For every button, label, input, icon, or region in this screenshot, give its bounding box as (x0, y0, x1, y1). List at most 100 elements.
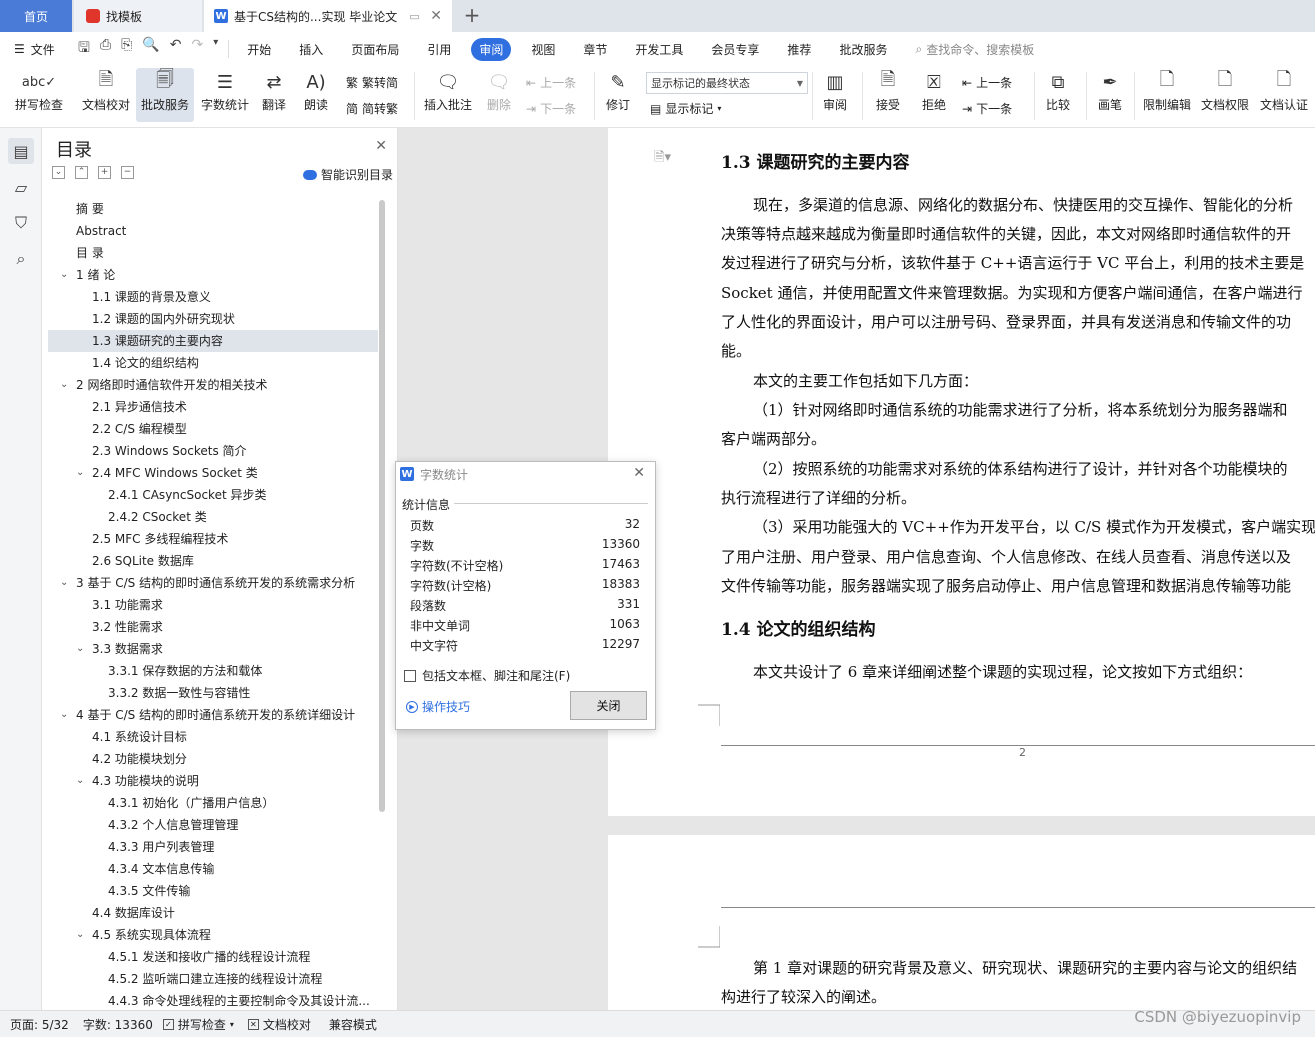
undo-icon[interactable]: ↶ (170, 37, 182, 61)
toc-item[interactable]: ⌄ 3.3 数据需求 (48, 638, 378, 660)
toc-item[interactable]: 2.6 SQLite 数据库 (48, 550, 378, 572)
redo-icon[interactable]: ↷ (192, 37, 204, 61)
spell-check-toggle[interactable]: ✓ 拼写检查 ▾ (162, 1016, 234, 1033)
toc-item[interactable]: 4.5.2 监听端口建立连接的线程设计流程 (48, 968, 378, 990)
toc-item[interactable]: 4.4.3 命令处理线程的主要控制命令及其设计流... (48, 990, 378, 1008)
insert-comment-button[interactable]: 🗨 插入批注 (420, 68, 476, 122)
new-tab-plus-icon[interactable]: + (460, 4, 484, 28)
toc-item[interactable]: ⌄ 1 绪 论 (48, 264, 378, 286)
chevron-down-icon[interactable]: ⌄ (76, 924, 84, 946)
translate-button[interactable]: ⇄ 翻译 (256, 68, 292, 122)
tab-template[interactable]: 找模板 (74, 0, 202, 32)
dialog-titlebar[interactable]: W 字数统计 (396, 462, 655, 486)
toc-item[interactable]: ⌄ 4 基于 C/S 结构的即时通信系统开发的系统详细设计 (48, 704, 378, 726)
toc-item[interactable]: 4.1 系统设计目标 (48, 726, 378, 748)
word-count-indicator[interactable]: 字数: 13360 (83, 1016, 153, 1033)
compare-button[interactable]: ⧉ 比较 (1038, 68, 1078, 122)
toc-item[interactable]: 目 录 (48, 242, 378, 264)
toc-item[interactable]: 4.3.4 文本信息传输 (48, 858, 378, 880)
toc-item[interactable]: ⌄ 2.4 MFC Windows Socket 类 (48, 462, 378, 484)
track-changes-button[interactable]: ✎ 修订 (598, 68, 638, 122)
chevron-down-icon[interactable]: ⌄ (60, 264, 68, 286)
restrict-edit-button[interactable]: 🗋 限制编辑 (1140, 68, 1194, 122)
menu-item[interactable]: 插入 (291, 38, 331, 61)
toc-item[interactable]: 4.5.1 发送和接收广播的线程设计流程 (48, 946, 378, 968)
page-options-icon[interactable]: 🗎▾ (654, 148, 671, 170)
close-icon[interactable]: ✕ (633, 465, 645, 481)
chevron-down-icon[interactable]: ⌄ (60, 374, 68, 396)
to-simplified-button[interactable]: 简 简转繁 (346, 100, 398, 117)
chevron-down-icon[interactable]: ⌄ (60, 704, 68, 726)
doc-proof-button[interactable]: 🗎 文档校对 (78, 68, 134, 122)
command-search[interactable]: ⌕ 查找命令、搜索模板 (915, 41, 1034, 58)
menu-item[interactable]: 视图 (523, 38, 563, 61)
spell-check-button[interactable]: abc✓ 拼写检查 (8, 68, 70, 122)
save-icon[interactable]: 🖫 (78, 37, 90, 61)
next-change-button[interactable]: ⇥ 下一条 (962, 100, 1012, 117)
toc-item[interactable]: 4.2 功能模块划分 (48, 748, 378, 770)
toc-item[interactable]: 1.1 课题的背景及意义 (48, 286, 378, 308)
print-preview-icon[interactable]: 🔍 (142, 37, 159, 61)
doc-proof-toggle[interactable]: ✕ 文档校对 (247, 1016, 311, 1033)
toc-item[interactable]: ⌄ 2 网络即时通信软件开发的相关技术 (48, 374, 378, 396)
toc-item[interactable]: 摘 要 (48, 198, 378, 220)
toc-item[interactable]: 2.3 Windows Sockets 简介 (48, 440, 378, 462)
toc-item[interactable]: 3.3.2 数据一致性与容错性 (48, 682, 378, 704)
toc-panel-icon[interactable]: ▤ (8, 138, 34, 164)
chevron-down-icon[interactable]: ⌄ (60, 572, 68, 594)
review-service-button[interactable]: 🗐 批改服务 (136, 68, 194, 122)
expand-all-icon[interactable]: ⌃ (75, 166, 88, 179)
navigation-icon[interactable]: ▱ (8, 174, 34, 200)
toc-item[interactable]: 2.4.2 CSocket 类 (48, 506, 378, 528)
to-traditional-button[interactable]: 繁 繁转简 (346, 74, 398, 91)
close-button[interactable]: 关闭 (570, 691, 647, 720)
menu-item[interactable]: 页面布局 (343, 38, 407, 61)
add-item-icon[interactable]: + (98, 166, 111, 179)
next-comment-button[interactable]: ⇥ 下一条 (526, 100, 576, 117)
search-icon[interactable]: ⌕ (8, 246, 34, 272)
menu-item[interactable]: 章节 (575, 38, 615, 61)
toc-item[interactable]: ⌄ 4.3 功能模块的说明 (48, 770, 378, 792)
toc-item[interactable]: 2.1 异步通信技术 (48, 396, 378, 418)
accept-button[interactable]: 🗎 接受 (870, 68, 906, 122)
menu-item[interactable]: 推荐 (779, 38, 819, 61)
toc-item[interactable]: 3.1 功能需求 (48, 594, 378, 616)
review-pane-button[interactable]: ▥ 审阅 (816, 68, 854, 122)
print-icon[interactable]: ⎘ (121, 37, 132, 61)
toc-item[interactable]: 1.2 课题的国内外研究现状 (48, 308, 378, 330)
more-chevron-icon[interactable]: ▾ (213, 37, 218, 61)
monitor-icon[interactable]: ▭ (409, 10, 419, 23)
word-count-button[interactable]: ☰ 字数统计 (198, 68, 252, 122)
toc-item[interactable]: 3.3.1 保存数据的方法和载体 (48, 660, 378, 682)
toc-item[interactable]: 4.3.3 用户列表管理 (48, 836, 378, 858)
chevron-down-icon[interactable]: ⌄ (76, 770, 84, 792)
toc-item[interactable]: 2.2 C/S 编程模型 (48, 418, 378, 440)
menu-item[interactable]: 审阅 (471, 37, 512, 61)
toc-scrollbar[interactable] (379, 200, 385, 812)
close-icon[interactable]: ✕ (430, 8, 442, 24)
remove-item-icon[interactable]: − (121, 166, 134, 179)
doc-rights-button[interactable]: 🗋 文档权限 (1198, 68, 1252, 122)
menu-item[interactable]: 批改服务 (831, 38, 895, 61)
menu-item[interactable]: 引用 (419, 38, 459, 61)
toc-item[interactable]: 2.5 MFC 多线程编程技术 (48, 528, 378, 550)
chevron-down-icon[interactable]: ⌄ (76, 638, 84, 660)
toc-item[interactable]: ⌄ 3 基于 C/S 结构的即时通信系统开发的系统需求分析 (48, 572, 378, 594)
toc-item[interactable]: 1.3 课题研究的主要内容 (48, 330, 378, 352)
toc-item[interactable]: ⌄ 4.5 系统实现具体流程 (48, 924, 378, 946)
toc-item[interactable]: 4.3.5 文件传输 (48, 880, 378, 902)
reject-button[interactable]: 🗵 拒绝 (914, 68, 954, 122)
tips-link[interactable]: ▶ 操作技巧 (406, 698, 470, 715)
toc-item[interactable]: 4.4 数据库设计 (48, 902, 378, 924)
tab-document[interactable]: W 基于CS结构的...实现 毕业论文 ▭ ✕ (204, 0, 452, 32)
menu-item[interactable]: 开始 (239, 38, 279, 61)
include-textbox-checkbox[interactable]: 包括文本框、脚注和尾注(F) (404, 667, 570, 684)
file-menu[interactable]: ☰ 文件 (14, 41, 72, 58)
read-aloud-button[interactable]: A) 朗读 (298, 68, 334, 122)
menu-item[interactable]: 开发工具 (627, 38, 691, 61)
toc-item[interactable]: 4.3.1 初始化（广播用户信息） (48, 792, 378, 814)
chevron-down-icon[interactable]: ⌄ (76, 462, 84, 484)
show-markup-button[interactable]: ▤ 显示标记 ▾ (650, 100, 721, 117)
pen-button[interactable]: ✒ 画笔 (1092, 68, 1128, 122)
toc-item[interactable]: Abstract (48, 220, 378, 242)
